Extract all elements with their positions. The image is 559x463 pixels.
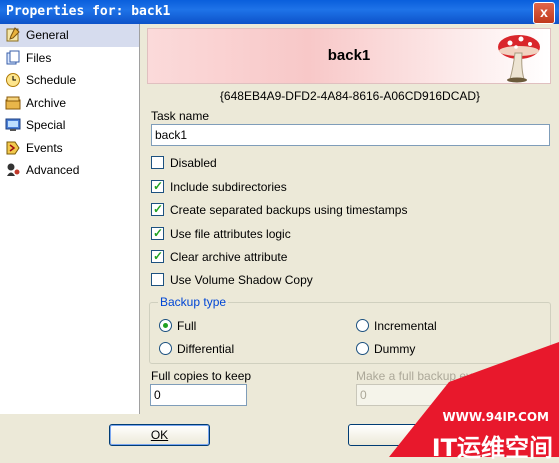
- checkbox-label: Include subdirectories: [170, 179, 287, 194]
- sidebar-item-label: Advanced: [26, 163, 80, 177]
- sidebar: General Files Schedule Archive Special E…: [0, 24, 140, 414]
- window-title: Properties for: back1: [6, 4, 171, 19]
- radio-label: Differential: [177, 342, 235, 356]
- task-name-input[interactable]: back1: [151, 124, 550, 146]
- sidebar-item-label: Events: [26, 140, 63, 155]
- task-name-label: Task name: [151, 109, 210, 123]
- radio-dummy[interactable]: Dummy: [356, 340, 415, 358]
- archive-icon: [5, 96, 21, 109]
- checkmark-icon: ✓: [153, 249, 164, 263]
- checkbox-clear-archive[interactable]: ✓ Clear archive attribute: [151, 248, 287, 266]
- checkbox-label: Use Volume Shadow Copy: [170, 272, 313, 287]
- checkbox-box: [151, 156, 164, 169]
- special-icon: [5, 118, 21, 131]
- task-banner: back1: [147, 28, 551, 84]
- banner-title: back1: [327, 47, 371, 64]
- general-panel: back1 {648EB4A9-DFD2-4A84-8616-A06CD916D…: [141, 24, 559, 414]
- full-copies-input[interactable]: 0: [150, 384, 247, 406]
- full-every-input[interactable]: 0: [356, 384, 453, 406]
- mushroom-icon: [498, 35, 540, 83]
- checkbox-box: ✓: [151, 178, 164, 193]
- sidebar-item-general[interactable]: General: [0, 24, 139, 47]
- sidebar-item-schedule[interactable]: Schedule: [0, 69, 139, 92]
- sidebar-item-label: Special: [26, 118, 66, 132]
- checkmark-icon: ✓: [153, 202, 164, 216]
- checkmark-icon: ✓: [153, 225, 164, 240]
- checkbox-label: Create separated backups using timestamp…: [170, 203, 408, 217]
- checkbox-volume-shadow-copy[interactable]: Use Volume Shadow Copy: [151, 271, 313, 289]
- full-copies-label: Full copies to keep: [151, 369, 252, 383]
- radio-differential[interactable]: Differential: [159, 340, 234, 358]
- sidebar-item-special[interactable]: Special: [0, 114, 139, 137]
- ok-button[interactable]: OK: [109, 424, 210, 446]
- checkbox-box: ✓: [151, 202, 164, 216]
- backup-type-group: Backup type Full Incremental Differentia…: [149, 295, 551, 364]
- sidebar-item-label: Archive: [26, 95, 67, 110]
- schedule-icon: [6, 73, 20, 87]
- checkbox-box: ✓: [151, 225, 164, 240]
- checkbox-disabled[interactable]: Disabled: [151, 154, 217, 172]
- checkmark-icon: ✓: [153, 178, 164, 193]
- task-guid: {648EB4A9-DFD2-4A84-8616-A06CD916DCAD}: [219, 89, 481, 103]
- sidebar-item-label: Files: [26, 50, 52, 65]
- checkbox-file-attributes[interactable]: ✓ Use file attributes logic: [151, 225, 291, 243]
- advanced-icon: [7, 163, 20, 176]
- ok-button-label: OK: [150, 428, 169, 442]
- backup-type-legend: Backup type: [158, 295, 229, 309]
- radio-circle: [159, 342, 172, 355]
- checkbox-label: Use file attributes logic: [170, 226, 291, 241]
- checkbox-include-subdirectories[interactable]: ✓ Include subdirectories: [151, 178, 287, 196]
- files-icon: [6, 50, 20, 64]
- sidebar-item-archive[interactable]: Archive: [0, 92, 139, 115]
- sidebar-item-files[interactable]: Files: [0, 47, 139, 70]
- close-button[interactable]: x: [533, 2, 555, 24]
- radio-label: Incremental: [374, 319, 437, 333]
- events-icon: [6, 141, 20, 154]
- cancel-button[interactable]: [348, 424, 449, 446]
- radio-label: Dummy: [374, 342, 416, 356]
- checkbox-label: Disabled: [170, 156, 217, 170]
- close-icon: x: [540, 4, 548, 20]
- sidebar-item-label: Schedule: [26, 73, 77, 87]
- full-every-label: Make a full backup every: [356, 369, 489, 383]
- checkbox-box: [151, 272, 164, 286]
- radio-circle: [159, 319, 172, 332]
- sidebar-item-advanced[interactable]: Advanced: [0, 159, 139, 182]
- radio-incremental[interactable]: Incremental: [356, 317, 437, 335]
- radio-circle: [356, 342, 369, 355]
- checkbox-separated-backups[interactable]: ✓ Create separated backups using timesta…: [151, 201, 407, 219]
- checkbox-box: ✓: [151, 249, 164, 263]
- sidebar-item-label: General: [26, 28, 69, 42]
- sidebar-item-events[interactable]: Events: [0, 137, 139, 160]
- title-bar: Properties for: back1 x: [0, 0, 559, 24]
- watermark-text: IT运维空间: [431, 434, 553, 462]
- general-icon: [6, 27, 20, 42]
- radio-selected-dot: [163, 323, 168, 328]
- radio-label: Full: [177, 319, 197, 333]
- radio-full[interactable]: Full: [159, 317, 196, 335]
- checkbox-label: Clear archive attribute: [170, 250, 288, 264]
- radio-circle: [356, 319, 369, 332]
